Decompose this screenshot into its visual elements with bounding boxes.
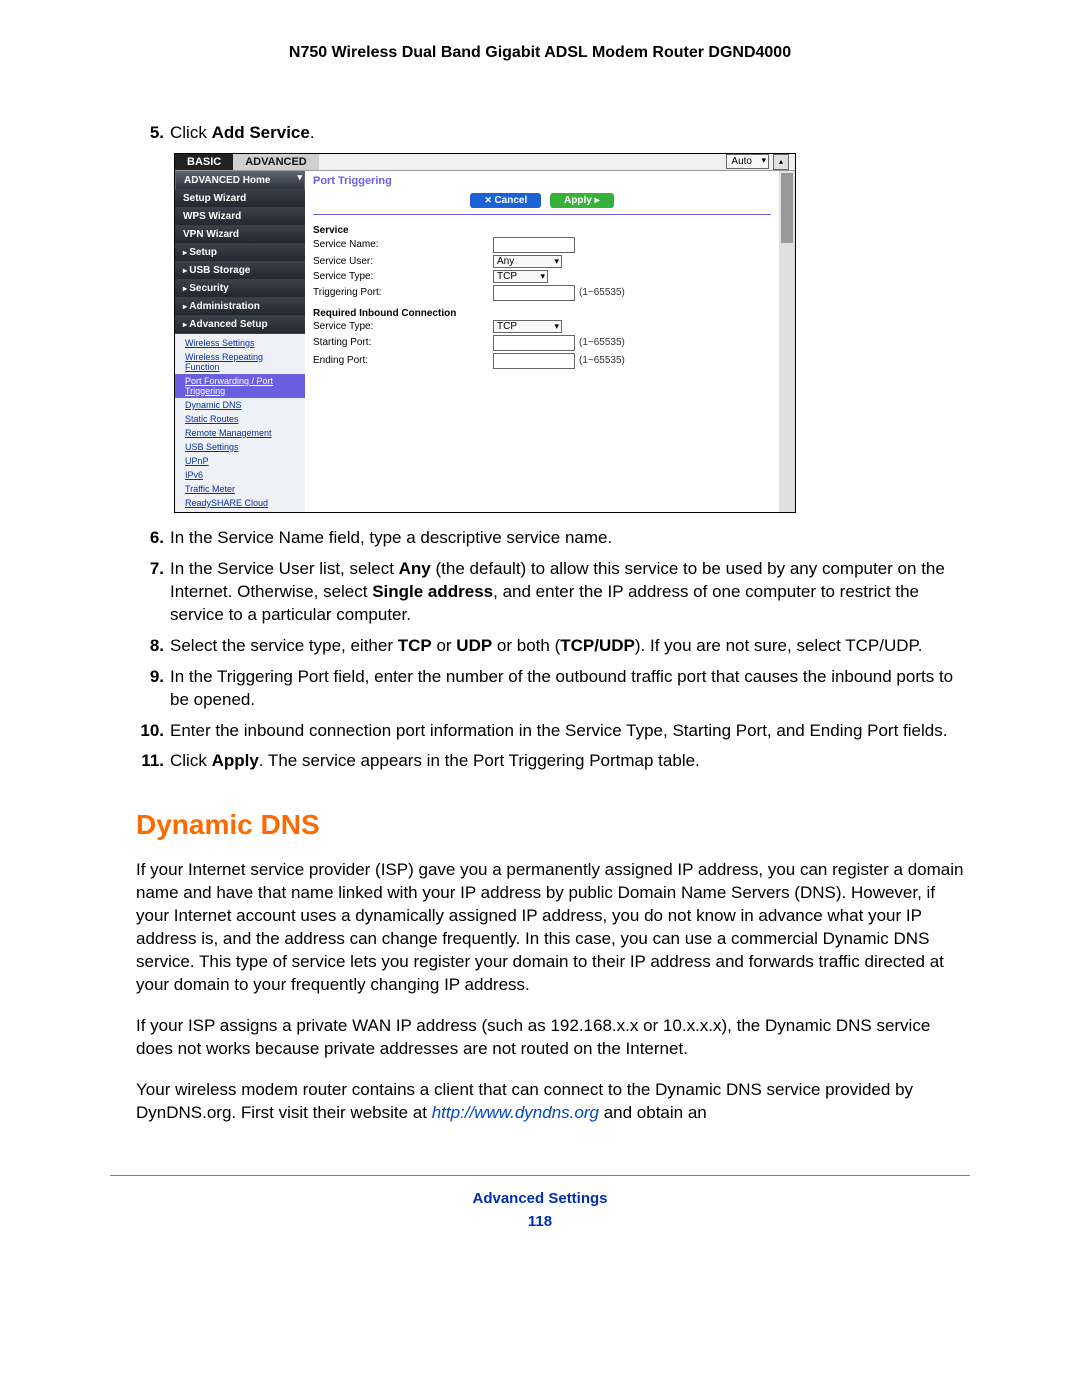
step-text: In the Service User list, select Any (th… [170, 558, 970, 627]
step-number: 11. [136, 750, 164, 773]
label-triggering-port: Triggering Port: [313, 287, 493, 298]
sidebar-item-advanced-home[interactable]: ADVANCED Home [175, 171, 305, 190]
sidebar-submenu: Wireless Settings Wireless Repeating Fun… [175, 334, 305, 512]
dyndns-link[interactable]: http://www.dyndns.org [432, 1103, 599, 1122]
sidebar: ADVANCED Home Setup Wizard WPS Wizard VP… [175, 171, 305, 512]
step-text: Select the service type, either TCP or U… [170, 635, 970, 658]
step-number: 5. [136, 122, 164, 145]
sub-readyshare-cloud[interactable]: ReadySHARE Cloud [175, 496, 305, 510]
step-text: Enter the inbound connection port inform… [170, 720, 970, 743]
instructions-list: 5. Click Add Service. [110, 122, 970, 145]
service-user-select[interactable]: Any [493, 255, 562, 268]
apply-button[interactable]: Apply [550, 193, 614, 208]
vertical-scrollbar[interactable] [779, 171, 795, 512]
inbound-type-select[interactable]: TCP [493, 320, 562, 333]
port-range-hint: (1~65535) [579, 355, 625, 366]
sidebar-item-advanced-setup[interactable]: Advanced Setup [175, 316, 305, 334]
sub-wireless-repeating[interactable]: Wireless Repeating Function [175, 350, 305, 374]
triggering-port-field[interactable] [493, 285, 575, 301]
tab-advanced[interactable]: ADVANCED [233, 154, 319, 170]
sub-ipv6[interactable]: IPv6 [175, 468, 305, 482]
label-starting-port: Starting Port: [313, 337, 493, 348]
label-service-name: Service Name: [313, 239, 493, 250]
router-ui-screenshot: BASIC ADVANCED Auto ▴ ADVANCED Home Setu… [174, 153, 796, 513]
starting-port-field[interactable] [493, 335, 575, 351]
page-title: Port Triggering [305, 171, 779, 191]
service-name-field[interactable] [493, 237, 575, 253]
sidebar-item-vpn-wizard[interactable]: VPN Wizard [175, 226, 305, 244]
language-select[interactable]: Auto [726, 154, 769, 169]
step-number: 7. [136, 558, 164, 627]
port-range-hint: (1~65535) [579, 287, 625, 298]
label-inbound-type: Service Type: [313, 321, 493, 332]
step-text: Click Add Service. [170, 122, 970, 145]
footer-divider [110, 1175, 970, 1176]
step-number: 6. [136, 527, 164, 550]
port-range-hint: (1~65535) [579, 337, 625, 348]
sub-upnp[interactable]: UPnP [175, 454, 305, 468]
step-number: 9. [136, 666, 164, 712]
sub-port-forwarding[interactable]: Port Forwarding / Port Triggering [175, 374, 305, 398]
step-number: 10. [136, 720, 164, 743]
sidebar-item-setup-wizard[interactable]: Setup Wizard [175, 190, 305, 208]
sub-traffic-meter[interactable]: Traffic Meter [175, 482, 305, 496]
content-panel: Port Triggering Cancel Apply Service Ser… [305, 171, 779, 512]
sub-remote-management[interactable]: Remote Management [175, 426, 305, 440]
sub-usb-settings[interactable]: USB Settings [175, 440, 305, 454]
section-service: Service [305, 219, 779, 236]
scroll-up-icon[interactable]: ▴ [773, 154, 789, 170]
tab-basic[interactable]: BASIC [175, 154, 233, 170]
step-text: In the Triggering Port field, enter the … [170, 666, 970, 712]
instructions-list: 6. In the Service Name field, type a desc… [110, 527, 970, 773]
sub-wireless-settings[interactable]: Wireless Settings [175, 336, 305, 350]
paragraph: Your wireless modem router contains a cl… [136, 1079, 970, 1125]
document-title: N750 Wireless Dual Band Gigabit ADSL Mod… [110, 44, 970, 62]
sidebar-item-usb[interactable]: USB Storage [175, 262, 305, 280]
paragraph: If your Internet service provider (ISP) … [136, 859, 970, 997]
top-bar: BASIC ADVANCED Auto ▴ [175, 154, 795, 171]
sidebar-item-administration[interactable]: Administration [175, 298, 305, 316]
label-service-type: Service Type: [313, 271, 493, 282]
label-service-user: Service User: [313, 256, 493, 267]
step-number: 8. [136, 635, 164, 658]
cancel-button[interactable]: Cancel [470, 193, 541, 208]
step-text: In the Service Name field, type a descri… [170, 527, 970, 550]
sidebar-item-security[interactable]: Security [175, 280, 305, 298]
service-type-select[interactable]: TCP [493, 270, 548, 283]
ending-port-field[interactable] [493, 353, 575, 369]
page-number: 118 [110, 1213, 970, 1230]
step-text: Click Apply. The service appears in the … [170, 750, 970, 773]
label-ending-port: Ending Port: [313, 355, 493, 366]
paragraph: If your ISP assigns a private WAN IP add… [136, 1015, 970, 1061]
section-inbound: Required Inbound Connection [305, 302, 779, 319]
sub-dynamic-dns[interactable]: Dynamic DNS [175, 398, 305, 412]
footer-title: Advanced Settings [110, 1190, 970, 1207]
sidebar-item-wps-wizard[interactable]: WPS Wizard [175, 208, 305, 226]
sub-static-routes[interactable]: Static Routes [175, 412, 305, 426]
sidebar-item-setup[interactable]: Setup [175, 244, 305, 262]
section-heading: Dynamic DNS [136, 809, 970, 841]
